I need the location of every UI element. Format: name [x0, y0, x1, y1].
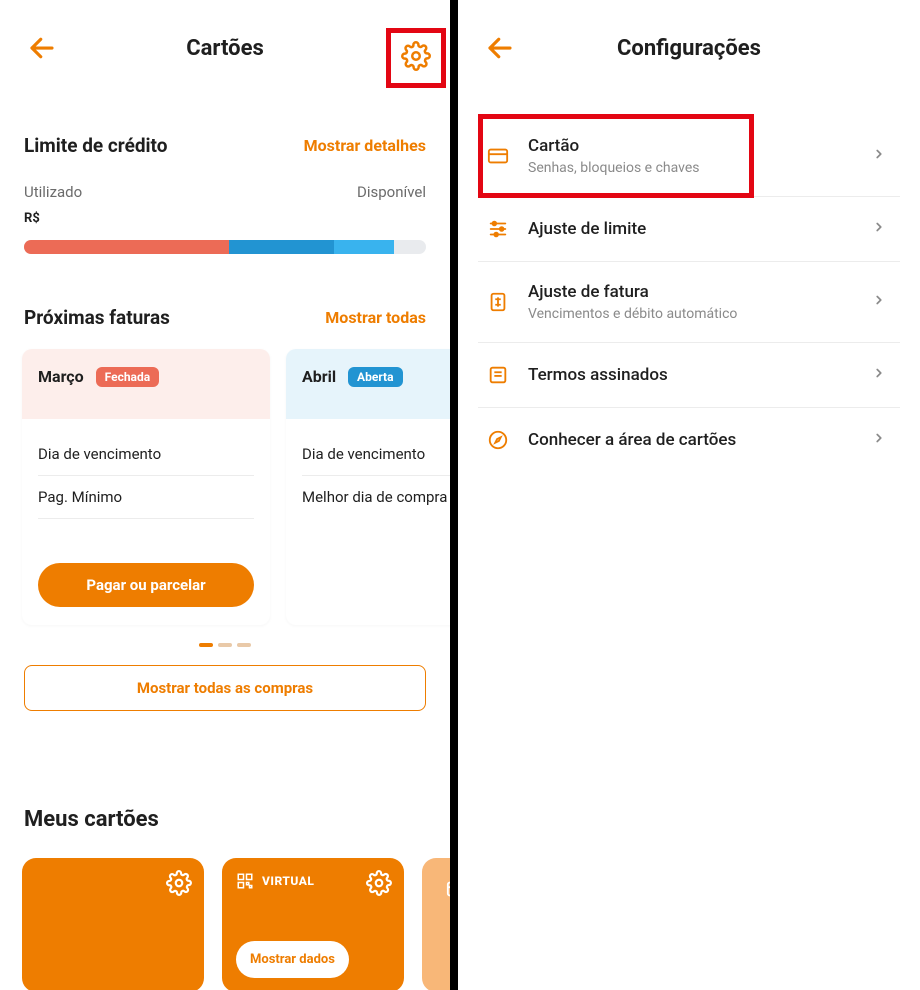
- settings-list: Cartão Senhas, bloqueios e chaves Ajuste…: [458, 96, 920, 472]
- invoice-card-header: Abril Aberta: [286, 349, 458, 419]
- settings-item-explore[interactable]: Conhecer a área de cartões: [478, 408, 900, 472]
- settings-item-limit[interactable]: Ajuste de limite: [478, 197, 900, 262]
- header: Configurações: [458, 0, 920, 96]
- invoice-card-body: Dia de vencimento Melhor dia de compra: [286, 419, 458, 536]
- show-details-link[interactable]: Mostrar detalhes: [304, 136, 426, 155]
- status-badge-closed: Fechada: [96, 367, 160, 387]
- settings-item-terms[interactable]: Termos assinados: [478, 343, 900, 408]
- invoice-month: Abril: [302, 367, 336, 386]
- additional-card-peek[interactable]: [422, 858, 458, 990]
- used-label: Utilizado: [24, 183, 82, 201]
- chevron-right-icon: [872, 365, 892, 385]
- limit-bar: [24, 240, 426, 254]
- settings-gear-button[interactable]: [386, 28, 446, 88]
- pager-dot-active[interactable]: [199, 643, 213, 647]
- chevron-right-icon: [872, 146, 892, 166]
- chevron-right-icon: [872, 292, 892, 312]
- limit-bar-segment-2: [229, 240, 334, 254]
- pager-dot[interactable]: [237, 643, 251, 647]
- virtual-card[interactable]: VIRTUAL Mostrar dados: [222, 858, 404, 990]
- currency-label: R$: [24, 211, 426, 226]
- invoice-card-open[interactable]: Abril Aberta Dia de vencimento Melhor di…: [286, 349, 458, 625]
- settings-item-title: Cartão: [528, 136, 854, 156]
- my-cards-title: Meus cartões: [24, 807, 426, 832]
- invoice-card-body: Dia de vencimento Pag. Mínimo Pagar ou p…: [22, 419, 270, 625]
- back-arrow-icon[interactable]: [24, 30, 60, 66]
- card-gear-icon[interactable]: [366, 870, 392, 896]
- page-title: Configurações: [617, 36, 761, 61]
- show-all-invoices-link[interactable]: Mostrar todas: [325, 308, 426, 327]
- card-icon: [486, 144, 510, 168]
- invoice-card-header: Março Fechada: [22, 349, 270, 419]
- status-badge-open: Aberta: [348, 367, 402, 387]
- carousel-pager: [24, 643, 426, 647]
- qr-icon: [236, 872, 254, 890]
- chevron-right-icon: [872, 430, 892, 450]
- show-card-data-button[interactable]: Mostrar dados: [236, 941, 349, 978]
- settings-item-invoice[interactable]: Ajuste de fatura Vencimentos e débito au…: [478, 262, 900, 343]
- screen-cards: Cartões Limite de crédito Mostrar detalh…: [0, 0, 458, 990]
- min-payment-label: Pag. Mínimo: [38, 476, 254, 519]
- limit-bar-segment-3: [334, 240, 394, 254]
- invoice-month: Março: [38, 367, 84, 386]
- page-title: Cartões: [186, 36, 264, 61]
- virtual-text: VIRTUAL: [262, 874, 314, 888]
- gear-icon: [401, 41, 431, 75]
- settings-item-title: Conhecer a área de cartões: [528, 430, 854, 450]
- sliders-icon: [486, 217, 510, 241]
- invoice-icon: [486, 290, 510, 314]
- document-icon: [486, 363, 510, 387]
- invoices-section: Próximas faturas Mostrar todas Março Fec…: [24, 306, 426, 711]
- physical-card[interactable]: [22, 858, 204, 990]
- settings-item-title: Termos assinados: [528, 365, 854, 385]
- credit-limit-title: Limite de crédito: [24, 134, 167, 157]
- settings-item-card[interactable]: Cartão Senhas, bloqueios e chaves: [478, 116, 900, 197]
- pay-or-split-button[interactable]: Pagar ou parcelar: [38, 563, 254, 607]
- header: Cartões: [0, 0, 450, 96]
- back-arrow-icon[interactable]: [482, 30, 518, 66]
- content: Limite de crédito Mostrar detalhes Utili…: [0, 134, 450, 990]
- settings-item-subtitle: Senhas, bloqueios e chaves: [528, 160, 854, 176]
- show-all-purchases-button[interactable]: Mostrar todas as compras: [24, 665, 426, 711]
- invoice-cards-row[interactable]: Março Fechada Dia de vencimento Pag. Mín…: [22, 349, 426, 625]
- settings-item-subtitle: Vencimentos e débito automático: [528, 306, 854, 322]
- invoices-title: Próximas faturas: [24, 306, 170, 329]
- compass-icon: [486, 428, 510, 452]
- card-icon: [446, 878, 452, 904]
- chevron-right-icon: [872, 219, 892, 239]
- credit-limit-section: Limite de crédito Mostrar detalhes Utili…: [24, 134, 426, 254]
- pager-dot[interactable]: [218, 643, 232, 647]
- settings-item-title: Ajuste de fatura: [528, 282, 854, 302]
- cards-carousel[interactable]: VIRTUAL Mostrar dados: [22, 858, 426, 990]
- due-date-label: Dia de vencimento: [38, 433, 254, 476]
- settings-item-title: Ajuste de limite: [528, 219, 854, 239]
- invoice-card-closed[interactable]: Março Fechada Dia de vencimento Pag. Mín…: [22, 349, 270, 625]
- limit-bar-used: [24, 240, 229, 254]
- screen-settings: Configurações Cartão Senhas, bloqueios e…: [458, 0, 920, 990]
- best-purchase-day-label: Melhor dia de compra: [302, 476, 458, 518]
- card-gear-icon[interactable]: [166, 870, 192, 896]
- available-label: Disponível: [357, 183, 426, 201]
- due-date-label: Dia de vencimento: [302, 433, 458, 476]
